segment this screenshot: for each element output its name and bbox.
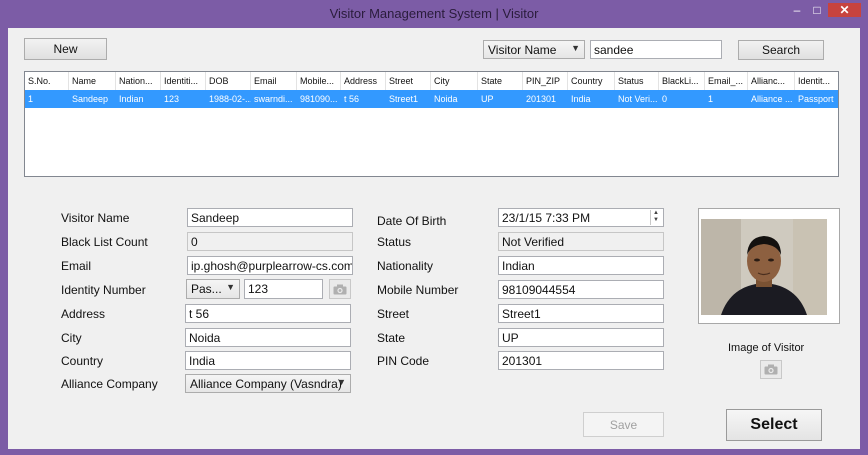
- pin-code-field[interactable]: 201301: [498, 351, 664, 370]
- search-button[interactable]: Search: [738, 40, 824, 60]
- state-field[interactable]: UP: [498, 328, 664, 347]
- alliance-company-label: Alliance Company: [61, 377, 158, 391]
- grid-col-header[interactable]: Identiti...: [161, 72, 206, 90]
- close-button[interactable]: ✕: [828, 3, 861, 17]
- search-input[interactable]: sandee: [590, 40, 722, 59]
- new-button[interactable]: New: [24, 38, 107, 60]
- alliance-company-value: Alliance Company (Vasndra): [190, 376, 342, 391]
- grid-col-header[interactable]: Name: [69, 72, 116, 90]
- grid-col-header[interactable]: Country: [568, 72, 615, 90]
- grid-col-header[interactable]: Street: [386, 72, 431, 90]
- grid-cell: Sandeep: [72, 94, 109, 104]
- grid-col-header[interactable]: PIN_ZIP: [523, 72, 568, 90]
- capture-photo-icon[interactable]: [760, 360, 782, 379]
- grid-cell: 201301: [526, 94, 557, 104]
- dob-picker[interactable]: 23/1/15 7:33 PM ▲ ▼: [498, 208, 664, 227]
- mobile-number-field[interactable]: 98109044554: [498, 280, 664, 299]
- country-field[interactable]: India: [185, 351, 351, 370]
- grid-cell: Indian: [119, 94, 144, 104]
- save-button[interactable]: Save: [583, 412, 664, 437]
- nationality-field[interactable]: Indian: [498, 256, 664, 275]
- status-field: Not Verified: [498, 232, 664, 251]
- grid-col-header[interactable]: Nation...: [116, 72, 161, 90]
- status-label: Status: [377, 235, 412, 249]
- pin-code-label: PIN Code: [377, 354, 430, 368]
- grid-col-header[interactable]: Status: [615, 72, 659, 90]
- grid-col-header[interactable]: DOB: [206, 72, 251, 90]
- app-window: Visitor Management System | Visitor – □ …: [0, 0, 868, 455]
- grid-col-header[interactable]: S.No.: [25, 72, 69, 90]
- chevron-down-icon: ▼: [337, 377, 346, 387]
- grid-cell: India: [571, 94, 591, 104]
- title-bar[interactable]: Visitor Management System | Visitor – □ …: [0, 0, 868, 28]
- grid-cell: UP: [481, 94, 494, 104]
- grid-col-header[interactable]: Email_...: [705, 72, 748, 90]
- identity-type-dropdown[interactable]: Pas... ▼: [186, 279, 240, 299]
- email-field[interactable]: ip.ghosh@purplearrow-cs.com: [187, 256, 353, 275]
- mobile-number-label: Mobile Number: [377, 283, 459, 297]
- photo-caption: Image of Visitor: [728, 342, 805, 354]
- maximize-button[interactable]: □: [808, 3, 826, 17]
- grid-cell: 0: [662, 94, 668, 104]
- blacklist-count-field: 0: [187, 232, 353, 251]
- state-label: State: [377, 331, 406, 345]
- grid-cell: 1: [708, 94, 714, 104]
- city-label: City: [61, 331, 82, 345]
- grid-cell: Not Veri...: [618, 94, 658, 104]
- grid-cell: Passport: [798, 94, 834, 104]
- alliance-company-dropdown[interactable]: Alliance Company (Vasndra) ▼: [185, 374, 351, 393]
- grid-col-header[interactable]: Email: [251, 72, 297, 90]
- email-label: Email: [61, 259, 92, 273]
- identity-number-label: Identity Number: [61, 283, 146, 297]
- visitor-portrait-image: [701, 219, 827, 315]
- grid-cell: Alliance ...: [751, 94, 793, 104]
- identity-number-field[interactable]: 123: [244, 279, 323, 299]
- identity-type-value: Pas...: [191, 282, 222, 296]
- chevron-down-icon: ▼: [226, 282, 235, 292]
- grid-col-header[interactable]: BlackLi...: [659, 72, 705, 90]
- spin-icon[interactable]: ▲ ▼: [650, 210, 661, 225]
- grid-cell: 1: [28, 94, 34, 104]
- grid-col-header[interactable]: Address: [341, 72, 386, 90]
- camera-icon[interactable]: [329, 279, 351, 299]
- grid-cell: 1988-02-...: [209, 94, 251, 104]
- select-button[interactable]: Select: [726, 409, 822, 441]
- dob-label: Date Of Birth: [377, 214, 447, 228]
- visitor-photo: [698, 208, 840, 324]
- grid-col-header[interactable]: Mobile...: [297, 72, 341, 90]
- address-field[interactable]: t 56: [185, 304, 351, 323]
- grid-cell: t 56: [344, 94, 360, 104]
- grid-cell: Street1: [389, 94, 419, 104]
- grid-col-header[interactable]: Identit...: [795, 72, 838, 90]
- country-label: Country: [61, 354, 104, 368]
- visitor-name-label: Visitor Name: [61, 211, 130, 225]
- street-label: Street: [377, 307, 410, 321]
- table-row[interactable]: 1 Sandeep Indian 123 1988-02-... swarndi…: [25, 90, 838, 108]
- blacklist-count-label: Black List Count: [61, 235, 148, 249]
- chevron-down-icon: ▼: [571, 43, 580, 53]
- nationality-label: Nationality: [377, 259, 434, 273]
- city-field[interactable]: Noida: [185, 328, 351, 347]
- street-field[interactable]: Street1: [498, 304, 664, 323]
- grid-cell: Noida: [434, 94, 458, 104]
- grid-col-header[interactable]: State: [478, 72, 523, 90]
- visitor-grid[interactable]: S.No. Name Nation... Identiti... DOB Ema…: [24, 71, 839, 177]
- grid-cell: 123: [164, 94, 180, 104]
- search-by-value: Visitor Name: [488, 42, 557, 57]
- grid-cell: swarndi...: [254, 94, 293, 104]
- grid-col-header[interactable]: City: [431, 72, 478, 90]
- address-label: Address: [61, 307, 106, 321]
- window-title: Visitor Management System | Visitor: [329, 6, 539, 21]
- visitor-name-field[interactable]: Sandeep: [187, 208, 353, 227]
- dob-value: 23/1/15 7:33 PM: [502, 210, 591, 225]
- grid-cell: 981090...: [300, 94, 338, 104]
- grid-header: S.No. Name Nation... Identiti... DOB Ema…: [25, 72, 838, 91]
- minimize-button[interactable]: –: [786, 3, 808, 17]
- search-by-dropdown[interactable]: Visitor Name ▼: [483, 40, 585, 59]
- grid-col-header[interactable]: Allianc...: [748, 72, 795, 90]
